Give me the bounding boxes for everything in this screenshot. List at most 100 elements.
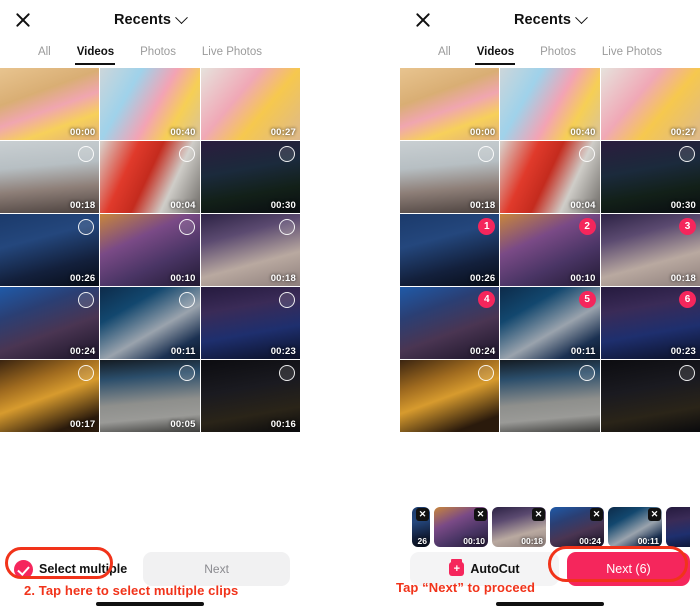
selection-circle-icon[interactable] bbox=[178, 219, 195, 235]
media-thumbnail[interactable]: 00:18 bbox=[400, 141, 500, 213]
clip-duration-label: 00:24 bbox=[470, 346, 496, 357]
media-thumbnail[interactable]: 5 00:11 bbox=[500, 287, 600, 359]
clip-duration-label: 00:26 bbox=[70, 273, 96, 284]
close-icon[interactable]: ✕ bbox=[532, 508, 545, 521]
media-thumbnail[interactable]: 00:17 bbox=[0, 360, 100, 432]
media-thumbnail[interactable]: 4 00:24 bbox=[400, 287, 500, 359]
media-thumbnail[interactable]: 00:04 bbox=[500, 141, 600, 213]
media-thumbnail[interactable]: 3 00:18 bbox=[600, 214, 700, 286]
filmstrip-clip[interactable]: ✕ 00:24 bbox=[550, 507, 604, 547]
home-indicator bbox=[96, 602, 204, 606]
tab-photos[interactable]: Photos bbox=[138, 43, 178, 65]
next-button[interactable]: Next (6) bbox=[566, 552, 690, 586]
selection-circle-icon[interactable] bbox=[279, 365, 295, 381]
media-thumbnail[interactable]: 00:30 bbox=[200, 141, 300, 213]
media-thumbnail[interactable] bbox=[500, 360, 600, 432]
selection-circle-icon[interactable] bbox=[578, 146, 595, 162]
media-grid-before: 00:00 00:40 00:27 00:18 00:04 00:30 00:26 00:10… bbox=[0, 68, 300, 432]
media-thumbnail[interactable]: 00:05 bbox=[100, 360, 200, 432]
clip-duration-label: 00:04 bbox=[170, 200, 196, 211]
clip-duration-label: 00:30 bbox=[670, 200, 696, 211]
filmstrip-clip[interactable]: ✕ 00:11 bbox=[608, 507, 662, 547]
footer-after: ✕ 26 ✕ 00:10 ✕ 00:18 ✕ 00:24 ✕ 00:11 ✕00:23 AutoCu… bbox=[400, 505, 700, 611]
media-thumbnail[interactable]: 2 00:10 bbox=[500, 214, 600, 286]
filmstrip-clip[interactable]: ✕ 00:18 bbox=[492, 507, 546, 547]
media-thumbnail[interactable]: 1 00:26 bbox=[400, 214, 500, 286]
media-thumbnail[interactable]: 00:30 bbox=[600, 141, 700, 213]
media-thumbnail[interactable] bbox=[600, 360, 700, 432]
next-button-disabled[interactable]: Next bbox=[143, 552, 290, 586]
media-thumbnail[interactable]: 00:16 bbox=[200, 360, 300, 432]
tab-live-photos[interactable]: Live Photos bbox=[200, 43, 264, 65]
tab-photos[interactable]: Photos bbox=[538, 43, 578, 65]
selection-order-badge[interactable]: 3 bbox=[679, 218, 696, 235]
clip-duration-label: 00:05 bbox=[170, 419, 196, 430]
tab-videos[interactable]: Videos bbox=[75, 43, 117, 65]
footer-before: Select multiple Next bbox=[0, 549, 300, 611]
media-thumbnail[interactable]: 00:00 bbox=[0, 68, 100, 140]
selection-circle-icon[interactable] bbox=[279, 292, 295, 308]
close-icon[interactable]: ✕ bbox=[416, 508, 429, 521]
media-thumbnail[interactable]: 00:00 bbox=[400, 68, 500, 140]
close-icon[interactable] bbox=[414, 11, 432, 29]
media-thumbnail[interactable]: 00:27 bbox=[600, 68, 700, 140]
tab-bar-before: All Videos Photos Live Photos bbox=[0, 40, 300, 68]
selection-circle-icon[interactable] bbox=[279, 219, 295, 235]
media-thumbnail[interactable]: 00:18 bbox=[0, 141, 100, 213]
select-multiple-label: Select multiple bbox=[39, 562, 128, 576]
page-title: Recents bbox=[113, 12, 172, 28]
album-selector-before[interactable]: Recents bbox=[113, 10, 188, 28]
close-icon[interactable]: ✕ bbox=[590, 508, 603, 521]
media-thumbnail[interactable]: 00:24 bbox=[0, 287, 100, 359]
selection-circle-icon[interactable] bbox=[178, 292, 195, 308]
select-multiple-button[interactable]: Select multiple bbox=[10, 556, 135, 583]
clip-duration-label: 00:11 bbox=[170, 346, 196, 357]
filmstrip-clip[interactable]: ✕00:23 bbox=[666, 507, 690, 547]
filmstrip-duration-label: 00:10 bbox=[463, 536, 485, 546]
tab-live-photos[interactable]: Live Photos bbox=[600, 43, 664, 65]
selection-order-badge[interactable]: 6 bbox=[679, 291, 696, 308]
filmstrip-clip[interactable]: ✕ 26 bbox=[412, 507, 430, 547]
autocut-icon bbox=[449, 559, 465, 576]
selection-order-badge[interactable]: 2 bbox=[578, 218, 596, 235]
header-after: Recents bbox=[400, 0, 700, 40]
selection-circle-icon[interactable] bbox=[679, 146, 695, 162]
selection-circle-icon[interactable] bbox=[578, 365, 595, 381]
tab-all[interactable]: All bbox=[436, 43, 453, 65]
tab-all[interactable]: All bbox=[36, 43, 53, 65]
selection-circle-icon[interactable] bbox=[178, 146, 195, 162]
media-thumbnail[interactable]: 00:18 bbox=[200, 214, 300, 286]
selection-order-badge[interactable]: 5 bbox=[578, 291, 596, 308]
filmstrip-clip[interactable]: ✕ 00:10 bbox=[434, 507, 488, 547]
media-thumbnail[interactable]: 00:23 bbox=[200, 287, 300, 359]
media-thumbnail[interactable]: 00:40 bbox=[100, 68, 200, 140]
clip-duration-label: 00:18 bbox=[270, 273, 296, 284]
selected-clips-filmstrip[interactable]: ✕ 26 ✕ 00:10 ✕ 00:18 ✕ 00:24 ✕ 00:11 ✕00:23 bbox=[410, 505, 690, 549]
selection-circle-icon[interactable] bbox=[178, 365, 195, 381]
media-thumbnail[interactable] bbox=[400, 360, 500, 432]
close-icon[interactable] bbox=[14, 11, 32, 29]
media-thumbnail[interactable]: 00:27 bbox=[200, 68, 300, 140]
tab-videos[interactable]: Videos bbox=[475, 43, 517, 65]
clip-duration-label: 00:30 bbox=[270, 200, 296, 211]
selection-circle-icon[interactable] bbox=[679, 365, 695, 381]
clip-duration-label: 00:40 bbox=[170, 127, 196, 138]
album-selector-after[interactable]: Recents bbox=[514, 10, 588, 28]
clip-duration-label: 00:18 bbox=[470, 200, 496, 211]
media-thumbnail[interactable]: 00:40 bbox=[500, 68, 600, 140]
selection-circle-icon[interactable] bbox=[279, 146, 295, 162]
media-thumbnail[interactable]: 00:26 bbox=[0, 214, 100, 286]
clip-duration-label: 00:18 bbox=[670, 273, 696, 284]
clip-duration-label: 00:10 bbox=[570, 273, 596, 284]
clip-duration-label: 00:00 bbox=[470, 127, 496, 138]
media-thumbnail[interactable]: 6 00:23 bbox=[600, 287, 700, 359]
tab-bar-after: All Videos Photos Live Photos bbox=[400, 40, 700, 68]
close-icon[interactable]: ✕ bbox=[648, 508, 661, 521]
clip-duration-label: 00:24 bbox=[70, 346, 96, 357]
chevron-down-icon bbox=[175, 10, 188, 24]
media-thumbnail[interactable]: 00:10 bbox=[100, 214, 200, 286]
media-thumbnail[interactable]: 00:11 bbox=[100, 287, 200, 359]
clip-duration-label: 00:11 bbox=[570, 346, 596, 357]
close-icon[interactable]: ✕ bbox=[474, 508, 487, 521]
media-thumbnail[interactable]: 00:04 bbox=[100, 141, 200, 213]
